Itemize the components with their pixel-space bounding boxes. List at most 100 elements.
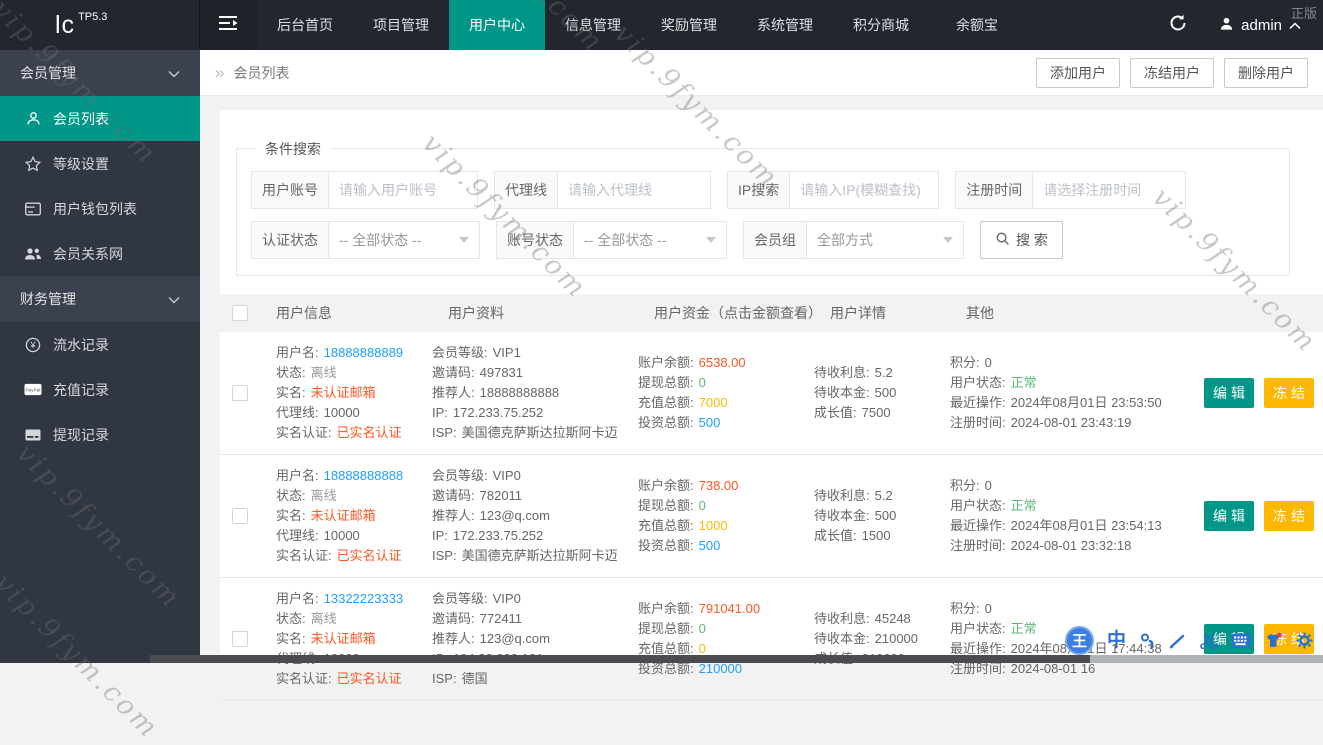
invest-amount[interactable]: 500 [699, 536, 721, 556]
freeze-user-button[interactable]: 冻结用户 [1130, 58, 1214, 88]
search-button[interactable]: 搜 索 [980, 221, 1063, 259]
field-label: 会员组 [744, 222, 807, 258]
add-user-button[interactable]: 添加用户 [1036, 58, 1120, 88]
verify-status-select[interactable]: -- 全部状态 -- [329, 222, 479, 258]
field-label: 代理线 [495, 172, 558, 208]
cell-user-funds: 账户余额: 791041.00 提现总额: 0 充值总额: 0 投资总额: 210000 [638, 599, 814, 679]
select-value: -- 全部状态 -- [584, 232, 667, 248]
balance-amount[interactable]: 791041.00 [699, 599, 760, 619]
user-state: 正常 [1010, 621, 1037, 636]
ip-search-input[interactable] [790, 172, 939, 208]
keyboard-icon[interactable] [1231, 633, 1251, 648]
edit-button[interactable]: 编辑 [1204, 501, 1254, 531]
select-value: -- 全部状态 -- [339, 232, 422, 248]
refresh-button[interactable] [1147, 0, 1209, 50]
username-link[interactable]: 13322223333 [324, 589, 404, 609]
register-time-input[interactable] [1033, 172, 1186, 208]
user-state: 正常 [1010, 498, 1037, 513]
collapse-menu-button[interactable] [200, 0, 257, 50]
cell-user-info: 用户名: 18888888888 状态: 离线 实名: 未认证邮箱 代理线: 10000… [276, 466, 404, 563]
delete-user-button[interactable]: 删除用户 [1224, 58, 1308, 88]
select-all-checkbox[interactable] [232, 305, 248, 321]
freeze-button[interactable]: 冻结 [1264, 378, 1314, 408]
row-checkbox[interactable] [232, 631, 248, 647]
withdraw-amount[interactable]: 0 [699, 373, 706, 393]
sidebar-item-label: 流水记录 [53, 336, 109, 353]
chinese-mode-icon[interactable]: 中 [1107, 631, 1126, 650]
ime-toolbar: 王 中 [1064, 626, 1313, 655]
account-status-select[interactable]: -- 全部状态 -- [574, 222, 726, 258]
field-user-account: 用户账号 [251, 171, 478, 209]
search-row-2: 认证状态 -- 全部状态 -- 账号状态 -- 全部状态 -- 会员组 全部方式… [251, 221, 1275, 259]
sidebar-group-finance-management[interactable]: 财务管理 [0, 276, 200, 322]
recharge-amount[interactable]: 7000 [699, 393, 728, 413]
field-label: 注册时间 [956, 172, 1034, 208]
topbar-menu-item-system[interactable]: 系统管理 [737, 0, 833, 50]
topbar-menu-item-points-mall[interactable]: 积分商城 [833, 0, 929, 50]
topbar-menu-item-projects[interactable]: 项目管理 [353, 0, 449, 50]
app-logo-version: TP5.3 [78, 11, 108, 23]
ime-logo-icon[interactable]: 王 [1064, 626, 1094, 655]
handwriting-icon[interactable] [1169, 633, 1187, 649]
agent-line-input[interactable] [558, 172, 710, 208]
sidebar-item-member-list[interactable]: 会员列表 [0, 96, 200, 141]
cell-user-funds: 账户余额: 738.00 提现总额: 0 充值总额: 1000 投资总额: 500 [638, 476, 814, 556]
cell-user-detail: 待收利息: 5.2 待收本金: 500 成长值: 1500 [814, 488, 897, 543]
sidebar-group-member-management[interactable]: 会员管理 [0, 50, 200, 96]
sidebar-item-member-network[interactable]: 会员关系网 [0, 231, 200, 276]
sidebar-item-label: 会员关系网 [53, 245, 123, 262]
field-register-time: 注册时间 [955, 171, 1187, 209]
screenshot-scissors-icon[interactable] [1200, 633, 1218, 649]
row-checkbox[interactable] [232, 508, 248, 524]
member-group-select[interactable]: 全部方式 [807, 222, 963, 258]
chevron-down-icon [168, 65, 180, 81]
app-logo-text: lc [55, 10, 76, 39]
chevron-down-icon [168, 291, 180, 307]
cell-user-info: 用户名: 18888888889 状态: 离线 实名: 未认证邮箱 代理线: 10000… [276, 343, 404, 440]
app-logo: lc TP5.3 [0, 0, 200, 50]
topbar-menu: 后台首页 项目管理 用户中心 信息管理 奖励管理 系统管理 积分商城 余额宝 [257, 0, 1025, 50]
sidebar-item-recharge-records[interactable]: PayPal 充值记录 [0, 367, 200, 412]
sidebar-item-label: 充值记录 [53, 381, 109, 398]
recharge-amount[interactable]: 1000 [699, 516, 728, 536]
sidebar-item-user-wallet-list[interactable]: 用户钱包列表 [0, 186, 200, 231]
topbar-menu-item-user-center[interactable]: 用户中心 [449, 0, 545, 50]
search-button-label: 搜 索 [1016, 232, 1048, 248]
balance-amount[interactable]: 6538.00 [699, 353, 746, 373]
sidebar-item-transaction-records[interactable]: ¥ 流水记录 [0, 322, 200, 367]
voice-input-icon[interactable] [1139, 632, 1156, 649]
sidebar-item-withdraw-records[interactable]: 提现记录 [0, 412, 200, 457]
topbar-menu-item-rewards[interactable]: 奖励管理 [641, 0, 737, 50]
select-value: 全部方式 [817, 232, 873, 248]
col-user-funds: 用户资金（点击金额查看） [654, 305, 822, 321]
withdraw-amount[interactable]: 0 [699, 496, 706, 516]
cell-user-funds: 账户余额: 6538.00 提现总额: 0 充值总额: 7000 投资总额: 500 [638, 353, 814, 433]
freeze-button[interactable]: 冻结 [1264, 501, 1314, 531]
username-link[interactable]: 18888888888 [324, 466, 404, 486]
topbar-menu-item-home[interactable]: 后台首页 [257, 0, 353, 50]
svg-text:¥: ¥ [29, 340, 36, 350]
field-member-group: 会员组 全部方式 [743, 221, 964, 259]
field-label: 用户账号 [252, 172, 329, 208]
topbar-menu-item-yuebao[interactable]: 余额宝 [929, 0, 1025, 50]
edit-button[interactable]: 编辑 [1204, 378, 1254, 408]
header-checkbox-cell [220, 305, 260, 321]
hamburger-icon [218, 15, 239, 36]
user-account-input[interactable] [329, 172, 477, 208]
user-state: 正常 [1010, 375, 1037, 390]
cell-user-detail: 待收利息: 5.2 待收本金: 500 成长值: 7500 [814, 365, 897, 420]
username-link[interactable]: 18888888889 [324, 343, 404, 363]
horizontal-scrollbar-thumb[interactable] [150, 655, 1090, 663]
skin-shirt-icon[interactable] [1264, 632, 1283, 649]
settings-gear-icon[interactable] [1296, 632, 1313, 649]
invest-amount[interactable]: 500 [699, 413, 721, 433]
balance-amount[interactable]: 738.00 [699, 476, 739, 496]
cell-user-profile: 会员等级:VIP0 邀请码:772411 推荐人:123@q.com IP:19… [432, 591, 550, 686]
sidebar-item-level-settings[interactable]: 等级设置 [0, 141, 200, 186]
withdraw-amount[interactable]: 0 [699, 619, 706, 639]
topbar-menu-item-info[interactable]: 信息管理 [545, 0, 641, 50]
admin-username: admin [1241, 16, 1282, 34]
field-agent-line: 代理线 [494, 171, 711, 209]
row-checkbox[interactable] [232, 385, 248, 401]
cell-other: 积分: 0 用户状态: 正常 最近操作: 2024年08月01日 23:53:50 注… [950, 355, 1162, 430]
